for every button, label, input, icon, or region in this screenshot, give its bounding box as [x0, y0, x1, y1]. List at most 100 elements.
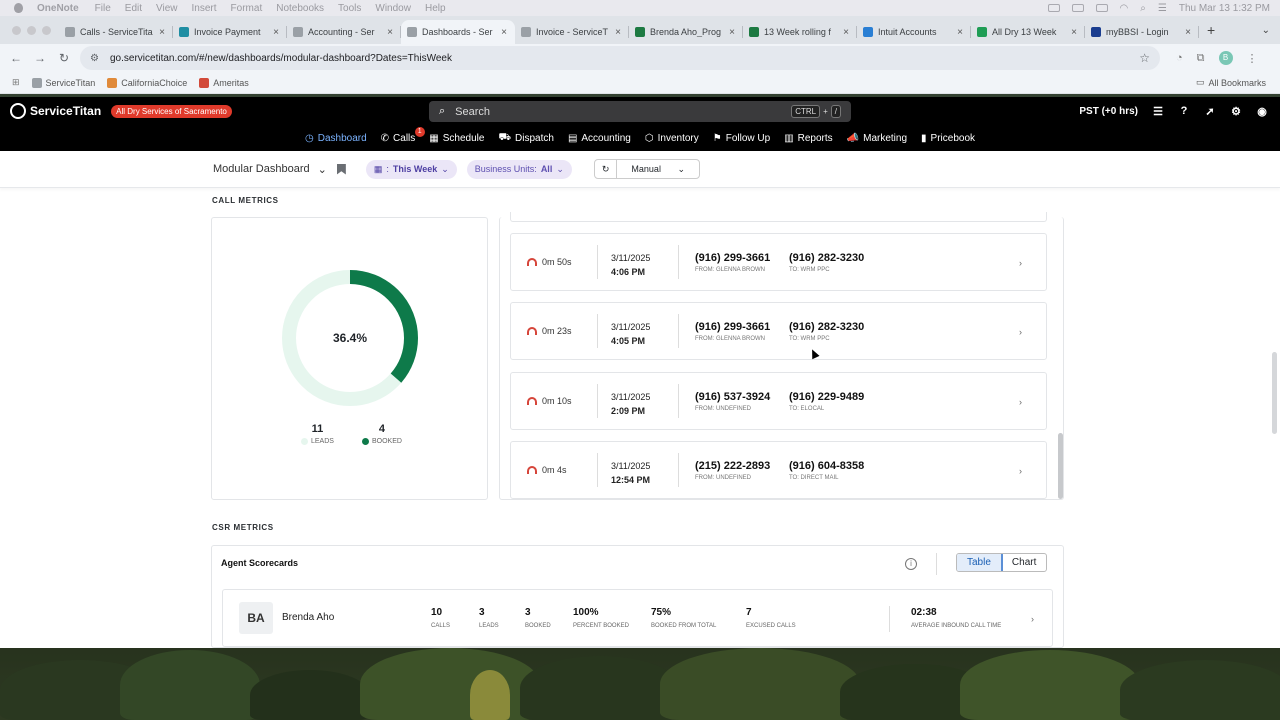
browser-tab[interactable]: Brenda Aho_Prog ×	[629, 20, 743, 44]
address-bar[interactable]: ⚙ go.servicetitan.com/#/new/dashboards/m…	[80, 46, 1160, 70]
minimize-window-button[interactable]	[27, 25, 36, 35]
close-icon[interactable]: ×	[1069, 27, 1079, 38]
menu-help[interactable]: Help	[425, 3, 446, 14]
call-row[interactable]: 0m 10s 3/11/2025 2:09 PM (916) 537-3924 FROM…	[510, 372, 1047, 430]
menu-notebooks[interactable]: Notebooks	[276, 3, 324, 14]
bookmark-item[interactable]: ServiceTitan	[31, 77, 95, 88]
divider	[889, 606, 890, 632]
menu-file[interactable]: File	[95, 3, 111, 14]
bookmark-icon[interactable]	[336, 163, 346, 175]
extensions-puzzle-icon[interactable]: ⧉	[1197, 52, 1205, 65]
reload-icon[interactable]: ↻	[52, 51, 76, 65]
stat-booked-from-total: 75% BOOKED FROM TOTAL	[651, 607, 716, 629]
page-scrollbar[interactable]	[1272, 352, 1277, 434]
display-icon[interactable]	[1071, 4, 1084, 12]
nav-item-reports[interactable]: ▥ Reports	[784, 133, 832, 144]
servicetitan-logo[interactable]: ServiceTitan	[10, 103, 101, 119]
stat-booked: 3 BOOKED	[525, 607, 551, 629]
tab-favicon-icon	[863, 27, 873, 37]
calls-scroll-thumb[interactable]	[1058, 433, 1063, 499]
help-icon[interactable]: ?	[1178, 105, 1190, 117]
close-icon[interactable]: ×	[613, 27, 623, 38]
nav-item-follow-up[interactable]: ⚑ Follow Up	[713, 133, 770, 144]
menu-format[interactable]: Format	[231, 3, 263, 14]
extension-icon[interactable]: ◔	[1176, 52, 1183, 64]
browser-tab[interactable]: 13 Week rolling f ×	[743, 20, 857, 44]
close-icon[interactable]: ×	[841, 27, 851, 38]
rocket-icon[interactable]: ➚	[1204, 105, 1216, 118]
bookmark-item[interactable]: CaliforniaChoice	[107, 77, 187, 88]
chart-view-button[interactable]: Chart	[1002, 554, 1046, 571]
search-list-icon[interactable]: ☰	[1152, 105, 1164, 118]
close-icon[interactable]: ×	[499, 27, 509, 38]
close-icon[interactable]: ×	[727, 27, 737, 38]
apps-grid-icon[interactable]: ⊞	[12, 77, 20, 88]
nav-item-pricebook[interactable]: ▮ Pricebook	[921, 133, 975, 144]
nav-item-accounting[interactable]: ▤ Accounting	[568, 133, 631, 144]
refresh-icon[interactable]: ↻	[595, 160, 618, 178]
browser-tab[interactable]: Calls - ServiceTita ×	[59, 20, 173, 44]
back-arrow-icon[interactable]: ←	[4, 51, 28, 65]
apple-icon[interactable]	[14, 3, 23, 13]
call-row[interactable]: 0m 50s 3/11/2025 4:06 PM (916) 299-3661 FROM…	[510, 233, 1047, 291]
app-name[interactable]: OneNote	[37, 3, 79, 14]
profile-avatar[interactable]: B	[1218, 51, 1233, 65]
browser-tab[interactable]: Invoice - ServiceT ×	[515, 20, 629, 44]
wifi-icon[interactable]: ◠	[1120, 3, 1129, 14]
user-menu-icon[interactable]: ◉	[1256, 105, 1268, 118]
close-icon[interactable]: ×	[271, 27, 281, 38]
close-icon[interactable]: ×	[1183, 27, 1193, 38]
browser-menu-icon[interactable]: ⋮	[1247, 52, 1258, 65]
call-row[interactable]: 0m 4s 3/11/2025 12:54 PM (215) 222-2893 FROM…	[510, 441, 1047, 499]
refresh-mode-select[interactable]: Manual ⌄	[617, 164, 699, 175]
table-view-button[interactable]: Table	[957, 554, 1003, 571]
browser-tab[interactable]: Dashboards - Ser ×	[401, 20, 515, 44]
nav-item-calls[interactable]: ✆ Calls 1	[381, 126, 425, 144]
timezone-label[interactable]: PST (+0 hrs)	[1079, 106, 1138, 117]
browser-tab[interactable]: All Dry 13 Week ×	[971, 20, 1085, 44]
url-text[interactable]: go.servicetitan.com/#/new/dashboards/mod…	[110, 53, 452, 64]
calls-scrollbar[interactable]	[1058, 227, 1063, 500]
nav-item-schedule[interactable]: ▦ Schedule	[429, 133, 484, 144]
close-window-button[interactable]	[12, 25, 21, 35]
clock[interactable]: Thu Mar 13 1:32 PM	[1179, 3, 1270, 14]
bookmark-star-icon[interactable]: ☆	[1139, 51, 1150, 65]
all-bookmarks[interactable]: ▭ All Bookmarks	[1196, 77, 1266, 88]
tenant-badge[interactable]: All Dry Services of Sacramento	[111, 104, 232, 118]
browser-tab[interactable]: Invoice Payment ×	[173, 20, 287, 44]
spotlight-icon[interactable]: ⌕	[1140, 3, 1146, 14]
screen-share-icon[interactable]	[1047, 4, 1060, 12]
nav-item-marketing[interactable]: 📣 Marketing	[847, 133, 907, 144]
site-settings-icon[interactable]: ⚙	[90, 53, 102, 64]
tab-search-chevron-icon[interactable]: ⌄	[1262, 25, 1270, 36]
browser-tab[interactable]: Intuit Accounts ×	[857, 20, 971, 44]
forward-arrow-icon[interactable]: →	[28, 51, 52, 65]
dashboard-selector[interactable]: Modular Dashboard ⌄	[213, 163, 327, 176]
bookmark-item[interactable]: Ameritas	[199, 77, 249, 88]
browser-tab[interactable]: Accounting - Ser ×	[287, 20, 401, 44]
close-icon[interactable]: ×	[157, 27, 167, 38]
global-search-input[interactable]: ⌕ Search CTRL + /	[429, 101, 851, 122]
close-icon[interactable]: ×	[385, 27, 395, 38]
nav-item-dashboard[interactable]: ◷ Dashboard	[305, 133, 367, 144]
date-filter[interactable]: ▦ : This Week ⌄	[365, 159, 457, 179]
new-tab-button[interactable]: +	[1207, 22, 1215, 38]
zoom-window-button[interactable]	[42, 25, 51, 35]
menu-insert[interactable]: Insert	[192, 3, 217, 14]
menu-view[interactable]: View	[156, 3, 178, 14]
call-row[interactable]: 0m 23s 3/11/2025 4:05 PM (916) 299-3661 FROM…	[510, 302, 1047, 360]
control-center-icon[interactable]: ☰	[1158, 3, 1167, 14]
nav-item-inventory[interactable]: ⬡ Inventory	[645, 133, 699, 144]
app-header: ServiceTitan All Dry Services of Sacrame…	[0, 97, 1280, 151]
agent-scorecard-row[interactable]: BA Brenda Aho 10 CALLS 3 LEADS 3 BOOKED 100% PE…	[222, 589, 1053, 647]
close-icon[interactable]: ×	[955, 27, 965, 38]
nav-item-dispatch[interactable]: ⛟ Dispatch	[498, 132, 554, 145]
business-units-filter[interactable]: Business Units: All ⌄	[466, 159, 572, 179]
menu-edit[interactable]: Edit	[125, 3, 142, 14]
gear-icon[interactable]: ⚙	[1230, 105, 1242, 118]
info-icon[interactable]: i	[905, 558, 917, 570]
battery-icon[interactable]	[1095, 4, 1108, 12]
menu-window[interactable]: Window	[375, 3, 411, 14]
browser-tab[interactable]: myBBSI - Login ×	[1085, 20, 1199, 44]
menu-tools[interactable]: Tools	[338, 3, 361, 14]
